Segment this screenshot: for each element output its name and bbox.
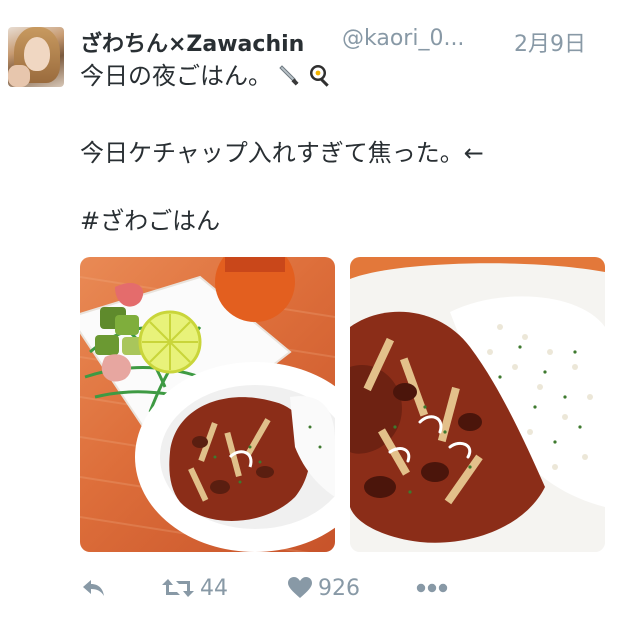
avatar[interactable] <box>8 27 64 87</box>
user-handle[interactable]: @kaori_0... <box>342 26 464 51</box>
photo-stew-with-rice[interactable] <box>350 257 605 552</box>
photo-stew-with-rice-illustration <box>350 257 605 552</box>
hashtag-link[interactable]: #ざわごはん <box>80 203 220 239</box>
more-icon <box>416 583 448 593</box>
photo-salad-and-stew-illustration <box>80 257 335 552</box>
retweet-icon <box>162 579 194 597</box>
like-count: 926 <box>318 575 360 601</box>
tweet-header: ざわちん×Zawachin @kaori_0... 2月9日 <box>80 24 620 58</box>
more-button[interactable] <box>416 568 448 608</box>
timestamp[interactable]: 2月9日 <box>514 26 586 58</box>
avatar-hand <box>8 65 30 87</box>
avatar-face <box>24 37 50 71</box>
reply-icon <box>83 580 104 596</box>
knife-icon <box>279 65 299 86</box>
heart-icon <box>288 577 312 598</box>
retweet-count: 44 <box>200 575 228 601</box>
tweet-line-1-text: 今日の夜ごはん。 <box>80 62 272 90</box>
photo-salad-and-stew[interactable] <box>80 257 335 552</box>
tweet-actions: 44 926 <box>80 568 620 608</box>
display-name[interactable]: ざわちん×Zawachin <box>80 26 304 58</box>
tweet-line-1: 今日の夜ごはん。 <box>80 58 332 94</box>
reply-button[interactable] <box>82 568 106 608</box>
frying-pan-egg-icon <box>310 65 329 87</box>
like-button[interactable]: 926 <box>288 568 360 608</box>
tweet-line-2: 今日ケチャップ入れすぎて焦った。← <box>80 139 484 167</box>
retweet-button[interactable]: 44 <box>162 568 228 608</box>
